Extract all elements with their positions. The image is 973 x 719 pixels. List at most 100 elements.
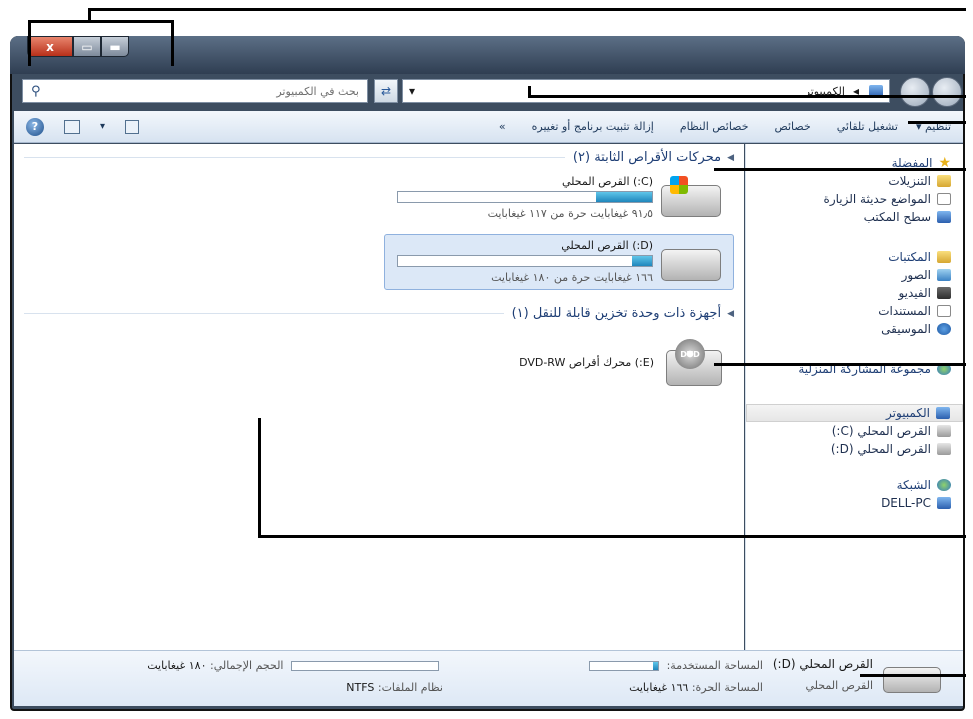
callout-tick bbox=[528, 86, 531, 98]
minimize-button[interactable]: ▬ bbox=[101, 36, 129, 57]
content-pane: ◀ محركات الأقراص الثابتة (٢) (C:) القرص … bbox=[14, 144, 744, 650]
computer-icon bbox=[936, 407, 950, 419]
documents-icon bbox=[937, 305, 951, 317]
change-view-icon[interactable] bbox=[125, 119, 140, 134]
back-forward-buttons bbox=[898, 77, 962, 107]
drive-d-icon bbox=[937, 443, 951, 455]
nav-computer[interactable]: الكمبيوتر bbox=[746, 404, 963, 422]
nav-item-drive-c[interactable]: القرص المحلي (C:) bbox=[752, 422, 951, 440]
drive-d-name: (D:) القرص المحلي bbox=[561, 239, 653, 252]
callout-tick bbox=[88, 8, 91, 22]
command-bar: تنظيم ▾ تشغيل تلقائي خصائص خصائص النظام … bbox=[14, 111, 963, 143]
nav-network[interactable]: الشبكة bbox=[752, 476, 951, 494]
close-button[interactable]: x bbox=[27, 36, 73, 57]
nav-item-recent-places[interactable]: المواضع حديثة الزيارة bbox=[752, 190, 951, 208]
back-button[interactable] bbox=[932, 77, 962, 107]
removable-storage-label: أجهزة ذات وحدة تخزين قابلة للنقل (١) bbox=[511, 306, 722, 321]
details-type: القرص المحلي bbox=[805, 679, 873, 692]
drive-c-icon bbox=[937, 425, 951, 437]
page: { "window": { "caption_close": "x", "cap… bbox=[0, 0, 973, 719]
nav-item-label: الفيديو bbox=[898, 286, 931, 300]
callout-line-caption bbox=[88, 8, 966, 11]
search-box[interactable]: ⚲ بحث في الكمبيوتر bbox=[22, 79, 368, 103]
nav-item-documents[interactable]: المستندات bbox=[752, 302, 951, 320]
callout-line-content-v bbox=[258, 418, 261, 538]
total-size-bar bbox=[291, 661, 439, 671]
callout-line-content-h bbox=[258, 535, 966, 538]
callout-line-details bbox=[860, 674, 966, 677]
favorites-group: ★ المفضلة التنزيلات المواضع حديثة الزيار… bbox=[752, 154, 951, 226]
nav-item-label: المواضع حديثة الزيارة bbox=[823, 192, 931, 206]
properties-button[interactable]: خصائص bbox=[775, 120, 811, 133]
hard-disk-drives-label: محركات الأقراص الثابتة (٢) bbox=[572, 150, 722, 165]
maximize-button[interactable]: ▭ bbox=[73, 36, 101, 57]
nav-item-dell-pc[interactable]: DELL-PC bbox=[752, 494, 951, 512]
computer-group: الكمبيوتر القرص المحلي (C:) القرص المحلي… bbox=[746, 404, 963, 458]
drive-tile-dvd[interactable]: DVD (E:) محرك أقراص DVD-RW bbox=[454, 339, 734, 392]
details-used-space: المساحة المستخدمة: bbox=[585, 659, 763, 672]
nav-item-label: التنزيلات bbox=[888, 174, 931, 188]
details-free-space: المساحة الحرة: ١٦٦ غيغابايت bbox=[629, 681, 763, 694]
dvd-disc-icon: DVD bbox=[675, 339, 705, 369]
drive-c-name: (C:) القرص المحلي bbox=[562, 175, 653, 188]
nav-libraries-label: المكتبات bbox=[888, 250, 931, 264]
nav-item-music[interactable]: الموسيقى bbox=[752, 320, 951, 338]
downloads-folder-icon bbox=[937, 175, 951, 187]
used-space-bar bbox=[589, 661, 660, 671]
music-icon bbox=[937, 323, 951, 335]
hard-drive-icon bbox=[661, 176, 721, 217]
network-group: الشبكة DELL-PC bbox=[752, 476, 951, 512]
help-icon[interactable]: ? bbox=[26, 117, 44, 136]
nav-item-label: القرص المحلي (C:) bbox=[831, 424, 931, 438]
callout-bracket-left bbox=[28, 20, 31, 66]
title-bar[interactable] bbox=[10, 36, 965, 74]
drive-d-usage-fill bbox=[631, 256, 652, 266]
pc-icon bbox=[937, 497, 951, 509]
file-system-value: NTFS bbox=[346, 681, 375, 694]
uninstall-program-button[interactable]: إزالة تثبيت برنامج أو تغييره bbox=[532, 120, 654, 133]
view-icons: ? ▾ bbox=[26, 117, 140, 136]
network-icon bbox=[937, 479, 951, 491]
nav-item-label: الموسيقى bbox=[881, 322, 931, 336]
refresh-arrows-icon[interactable]: ⇄ bbox=[374, 79, 398, 103]
callout-bracket-top bbox=[28, 20, 174, 23]
details-title: القرص المحلي (D:) bbox=[772, 657, 873, 671]
hard-disk-drives-header[interactable]: ◀ محركات الأقراص الثابتة (٢) bbox=[24, 150, 734, 165]
nav-item-videos[interactable]: الفيديو bbox=[752, 284, 951, 302]
libraries-group: المكتبات الصور الفيديو المستندات الموسيق… bbox=[752, 248, 951, 338]
nav-item-desktop[interactable]: سطح المكتب bbox=[752, 208, 951, 226]
total-size-value: ١٨٠ غيغابايت bbox=[147, 659, 207, 672]
view-dropdown-icon[interactable]: ▾ bbox=[100, 121, 105, 132]
address-dropdown-icon[interactable]: ▾ bbox=[409, 84, 415, 98]
drive-tile-c[interactable]: (C:) القرص المحلي ٩١٫٥ غيغابايت حرة من ١… bbox=[384, 170, 734, 226]
forward-button[interactable] bbox=[900, 77, 930, 107]
drive-tile-d[interactable]: (D:) القرص المحلي ١٦٦ غيغابايت حرة من ١٨… bbox=[384, 234, 734, 290]
nav-item-label: سطح المكتب bbox=[863, 210, 931, 224]
system-properties-button[interactable]: خصائص النظام bbox=[680, 120, 749, 133]
search-placeholder: بحث في الكمبيوتر bbox=[276, 84, 359, 98]
nav-item-label: المستندات bbox=[878, 304, 931, 318]
used-space-label: المساحة المستخدمة: bbox=[666, 659, 763, 672]
nav-libraries[interactable]: المكتبات bbox=[752, 248, 951, 266]
autoplay-button[interactable]: تشغيل تلقائي bbox=[837, 120, 898, 133]
callout-line-toolbar bbox=[908, 121, 966, 124]
nav-item-downloads[interactable]: التنزيلات bbox=[752, 172, 951, 190]
collapse-triangle-icon[interactable]: ◀ bbox=[727, 309, 734, 319]
collapse-triangle-icon[interactable]: ◀ bbox=[727, 153, 734, 163]
navigation-pane: ★ المفضلة التنزيلات المواضع حديثة الزيار… bbox=[745, 144, 963, 650]
nav-item-label: القرص المحلي (D:) bbox=[830, 442, 931, 456]
caption-buttons: x ▭ ▬ bbox=[27, 36, 129, 57]
libraries-icon bbox=[937, 251, 951, 263]
address-bar[interactable]: ▾ ◂ الكمبيوتر bbox=[402, 79, 890, 103]
details-total-size: الحجم الإجمالي: ١٨٠ غيغابايت bbox=[147, 659, 443, 672]
nav-item-pictures[interactable]: الصور bbox=[752, 266, 951, 284]
hard-drive-icon bbox=[883, 667, 941, 693]
preview-pane-icon[interactable] bbox=[64, 119, 80, 134]
videos-icon bbox=[937, 287, 951, 299]
nav-computer-label: الكمبيوتر bbox=[886, 406, 930, 420]
removable-storage-header[interactable]: ◀ أجهزة ذات وحدة تخزين قابلة للنقل (١) bbox=[24, 306, 734, 321]
more-commands-icon[interactable]: » bbox=[499, 120, 506, 133]
magnifier-icon[interactable]: ⚲ bbox=[31, 84, 41, 99]
nav-item-label: الصور bbox=[901, 268, 931, 282]
nav-item-drive-d[interactable]: القرص المحلي (D:) bbox=[752, 440, 951, 458]
